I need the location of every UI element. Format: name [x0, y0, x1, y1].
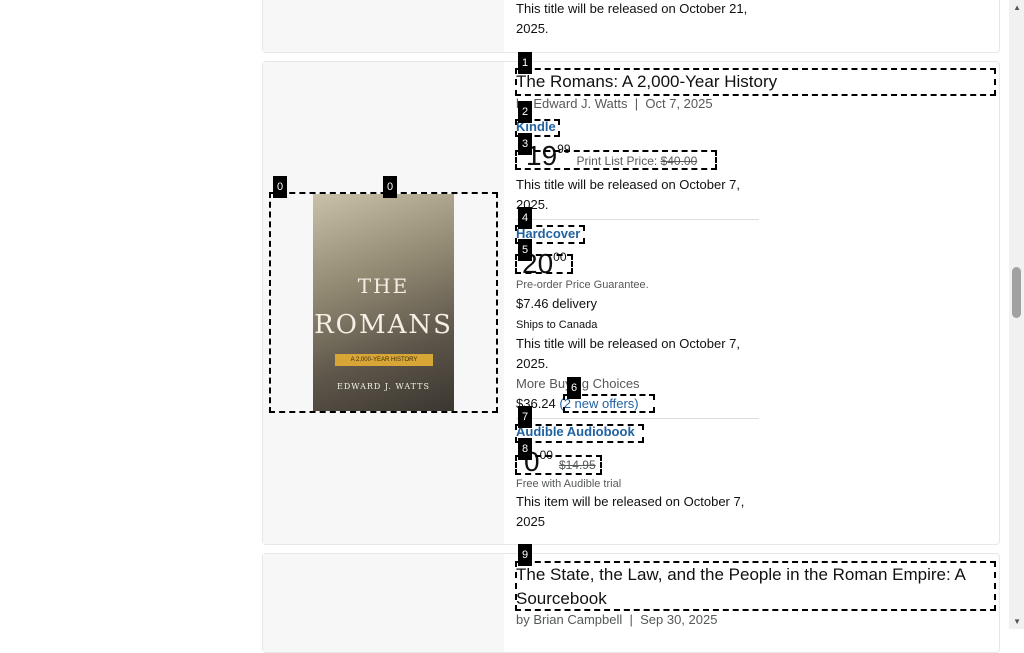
publish-date: Oct 7, 2025	[645, 96, 713, 111]
overlay-box-7	[515, 424, 644, 443]
scroll-up-arrow-icon[interactable]: ▲	[1013, 3, 1021, 12]
audiobook-release-note: This item will be released on October 7,…	[516, 494, 745, 529]
overlay-tag: 5	[518, 239, 533, 261]
result-card-previous: This title will be released on October 2…	[262, 0, 1000, 53]
overlay-tag: 0	[383, 176, 398, 198]
overlay-tag: 4	[518, 207, 533, 229]
image-column	[263, 0, 504, 52]
byline: by Edward J. Watts | Oct 7, 2025	[516, 94, 713, 114]
author-link[interactable]: Brian Campbell	[533, 612, 622, 627]
overlay-tag: 1	[518, 52, 533, 74]
overlay-box-1	[515, 68, 996, 96]
overlay-box-9	[515, 561, 996, 611]
overlay-tag: 8	[518, 438, 533, 460]
overlay-tag: 2	[518, 101, 533, 123]
overlay-tag: 9	[518, 544, 533, 566]
divider	[516, 418, 759, 419]
vertical-scrollbar[interactable]: ▲ ▼	[1009, 0, 1024, 629]
release-note: This title will be released on October 2…	[516, 1, 748, 36]
scrollbar-thumb[interactable]	[1012, 267, 1021, 318]
overlay-tag: 3	[518, 133, 533, 155]
by-label: by	[516, 612, 530, 627]
hardcover-release-note: This title will be released on October 7…	[516, 336, 740, 371]
byline-separator: |	[629, 612, 633, 627]
byline: by Brian Campbell | Sep 30, 2025	[516, 610, 717, 630]
scroll-down-arrow-icon[interactable]: ▼	[1013, 617, 1021, 626]
image-column	[263, 554, 504, 652]
audible-trial: Free with Audible trial	[516, 478, 622, 490]
divider	[516, 219, 759, 220]
author-link[interactable]: Edward J. Watts	[533, 96, 627, 111]
overlay-box-3	[515, 150, 717, 170]
overlay-tag: 6	[567, 377, 582, 399]
overlay-tag: 0	[273, 176, 288, 198]
publish-date: Sep 30, 2025	[640, 612, 718, 627]
preorder-guarantee: Pre-order Price Guarantee.	[516, 279, 649, 291]
byline-separator: |	[634, 96, 639, 111]
ships-to: Ships to Canada	[516, 319, 598, 331]
overlay-tag: 7	[518, 406, 533, 428]
kindle-release-note: This title will be released on October 7…	[516, 177, 740, 212]
overlay-box-0	[269, 192, 498, 413]
delivery-fee: $7.46 delivery	[516, 296, 597, 311]
